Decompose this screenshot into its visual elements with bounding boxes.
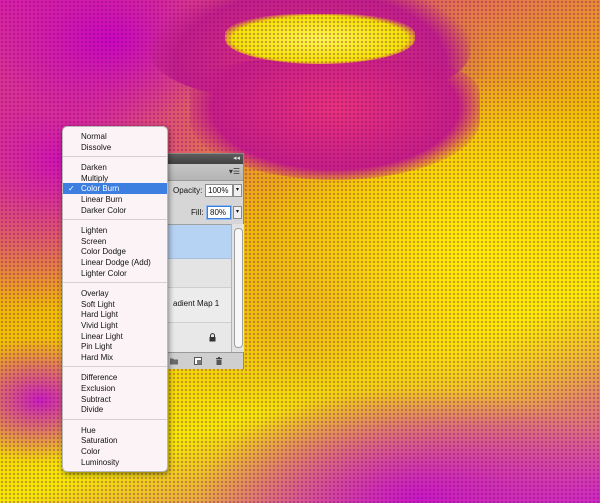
menu-item-label: Overlay: [81, 289, 109, 299]
menu-separator: [63, 418, 167, 420]
fill-label: Fill:: [191, 208, 204, 217]
blend-mode-item-difference[interactable]: Difference: [63, 372, 167, 383]
menu-item-label: Lighter Color: [81, 268, 127, 278]
blend-mode-item-darker-color[interactable]: Darker Color: [63, 205, 167, 216]
fill-dropdown-icon[interactable]: ▾: [233, 206, 242, 219]
blend-mode-item-vivid-light[interactable]: Vivid Light: [63, 320, 167, 331]
blend-mode-item-color[interactable]: Color: [63, 446, 167, 457]
blend-mode-item-hard-mix[interactable]: Hard Mix: [63, 352, 167, 363]
opacity-dropdown-icon[interactable]: ▾: [233, 184, 242, 197]
new-group-folder-icon[interactable]: [169, 356, 179, 366]
layers-scrollbar[interactable]: [231, 224, 244, 352]
blend-mode-item-linear-light[interactable]: Linear Light: [63, 331, 167, 342]
trash-icon[interactable]: [214, 356, 224, 366]
blend-mode-item-multiply[interactable]: Multiply: [63, 173, 167, 184]
menu-item-label: Darken: [81, 163, 107, 173]
blend-mode-item-screen[interactable]: Screen: [63, 236, 167, 247]
menu-item-label: Hard Light: [81, 310, 118, 320]
menu-item-label: Hard Mix: [81, 352, 114, 362]
menu-item-label: Dissolve: [81, 142, 112, 152]
blend-mode-item-linear-dodge-add[interactable]: Linear Dodge (Add): [63, 257, 167, 268]
blend-mode-item-dissolve[interactable]: Dissolve: [63, 142, 167, 153]
menu-item-label: Linear Dodge (Add): [81, 258, 151, 267]
menu-item-label: Linear Light: [81, 331, 123, 341]
blend-mode-dropdown-menu: Normal Dissolve Darken Multiply ✓ Color Burn L…: [62, 126, 168, 472]
menu-item-label: Divide: [81, 405, 104, 415]
blend-mode-item-lighten[interactable]: Lighten: [63, 225, 167, 236]
blend-mode-item-divide[interactable]: Divide: [63, 404, 167, 415]
menu-separator: [63, 219, 167, 221]
menu-separator: [63, 366, 167, 368]
menu-item-label: Pin Light: [81, 342, 113, 352]
menu-item-label: Difference: [81, 373, 118, 383]
opacity-label: Opacity:: [173, 186, 203, 195]
menu-item-label: Color: [81, 447, 101, 456]
menu-item-label: Exclusion: [81, 384, 116, 393]
blend-mode-item-overlay[interactable]: Overlay: [63, 288, 167, 299]
menu-item-label: Normal: [81, 132, 107, 141]
blend-mode-item-exclusion[interactable]: Exclusion: [63, 383, 167, 394]
blend-mode-item-luminosity[interactable]: Luminosity: [63, 457, 167, 468]
fill-input[interactable]: 80%: [207, 206, 231, 219]
blend-mode-item-soft-light[interactable]: Soft Light: [63, 299, 167, 310]
menu-item-label: Hue: [81, 425, 96, 435]
collapse-panel-icon[interactable]: ◂◂: [233, 154, 240, 164]
blend-mode-item-normal[interactable]: Normal: [63, 131, 167, 142]
menu-item-label: Subtract: [81, 394, 111, 404]
blend-mode-item-subtract[interactable]: Subtract: [63, 394, 167, 405]
menu-item-label: Multiply: [81, 173, 109, 183]
menu-item-label: Saturation: [81, 436, 118, 446]
menu-separator: [63, 156, 167, 158]
menu-item-label: Linear Burn: [81, 195, 123, 204]
blend-mode-item-hue[interactable]: Hue: [63, 425, 167, 436]
blend-mode-item-color-burn[interactable]: ✓ Color Burn: [63, 183, 167, 195]
menu-item-label: Lighten: [81, 226, 108, 236]
new-layer-icon[interactable]: [193, 356, 203, 366]
menu-separator: [63, 282, 167, 284]
menu-item-label: Soft Light: [81, 299, 115, 309]
menu-item-label: Screen: [81, 236, 107, 246]
blend-mode-item-linear-burn[interactable]: Linear Burn: [63, 194, 167, 205]
checkmark-icon: ✓: [68, 184, 75, 194]
menu-item-label: Luminosity: [81, 457, 120, 467]
menu-item-label: Vivid Light: [81, 321, 118, 330]
lock-icon: [209, 333, 216, 342]
menu-item-label: Color Burn: [81, 184, 120, 194]
blend-mode-item-hard-light[interactable]: Hard Light: [63, 309, 167, 320]
blend-mode-item-lighter-color[interactable]: Lighter Color: [63, 268, 167, 279]
menu-item-label: Color Dodge: [81, 247, 126, 257]
layer-name-label: adient Map 1: [173, 299, 220, 308]
blend-mode-item-color-dodge[interactable]: Color Dodge: [63, 246, 167, 257]
panel-menu-icon[interactable]: ▾☰: [229, 167, 240, 177]
blend-mode-item-saturation[interactable]: Saturation: [63, 435, 167, 446]
opacity-input[interactable]: 100%: [205, 184, 233, 197]
blend-mode-item-darken[interactable]: Darken: [63, 162, 167, 173]
menu-item-label: Darker Color: [81, 205, 127, 215]
scrollbar-thumb[interactable]: [234, 228, 243, 348]
blend-mode-item-pin-light[interactable]: Pin Light: [63, 341, 167, 352]
